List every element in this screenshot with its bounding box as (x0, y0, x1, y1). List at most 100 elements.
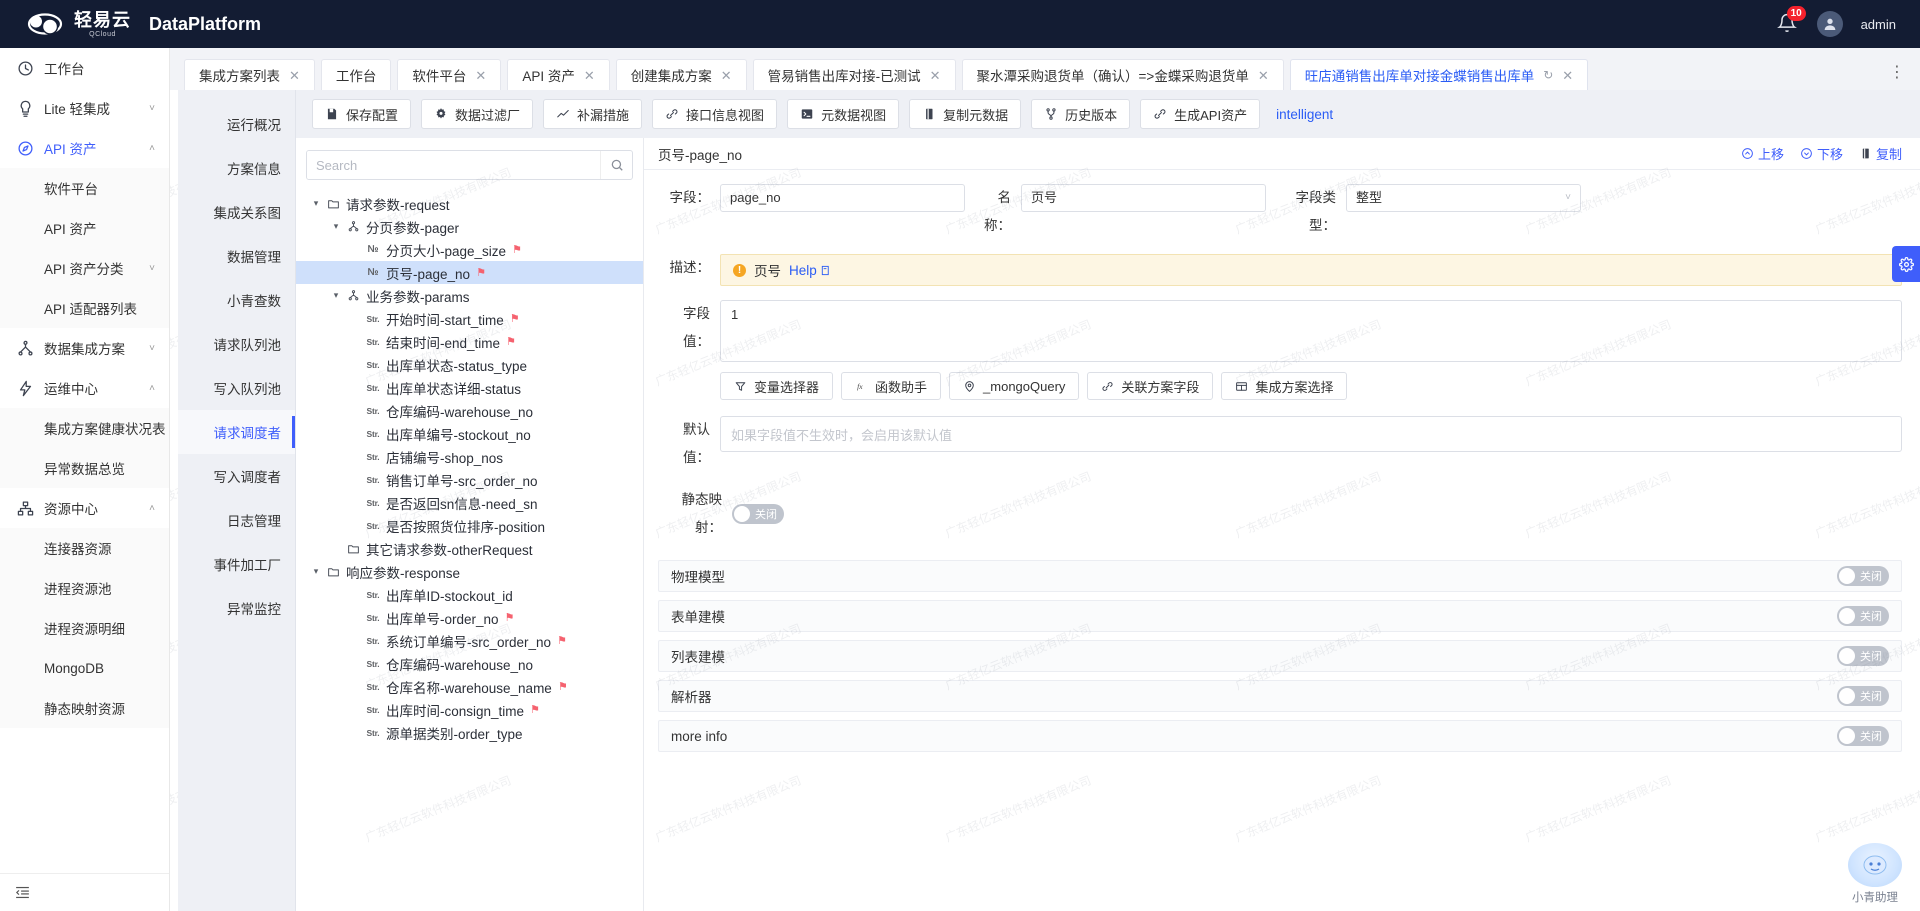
tree-caret[interactable]: ▾ (348, 612, 364, 623)
reload-icon[interactable]: ↻ (1543, 68, 1553, 82)
tree-node-17[interactable]: ▾Str. 出库单ID-stockout_id (296, 583, 643, 606)
subnav-item-5[interactable]: 请求队列池 (178, 322, 295, 366)
value-chip-2[interactable]: _mongoQuery (949, 372, 1080, 400)
tree-node-20[interactable]: ▾Str. 仓库编码-warehouse_no (296, 652, 643, 675)
sidebar-item-5[interactable]: 资源中心 ˄ (0, 488, 169, 528)
close-icon[interactable]: ✕ (584, 69, 595, 82)
sidebar-subitem-5-1[interactable]: 进程资源池 (0, 568, 169, 608)
close-icon[interactable]: ✕ (475, 69, 486, 82)
tree-node-6[interactable]: ▾Str. 结束时间-end_time ⚑ (296, 330, 643, 353)
tab-5[interactable]: 管易销售出库对接-已测试 ✕ (752, 59, 956, 90)
tree-node-21[interactable]: ▾Str. 仓库名称-warehouse_name ⚑ (296, 675, 643, 698)
tree-caret[interactable]: ▾ (348, 658, 364, 669)
subnav-item-10[interactable]: 事件加工厂 (178, 542, 295, 586)
subnav-item-0[interactable]: 运行概况 (178, 102, 295, 146)
sidebar-subitem-2-3[interactable]: API 适配器列表 (0, 288, 169, 328)
subnav-item-6[interactable]: 写入队列池 (178, 366, 295, 410)
tab-1[interactable]: 工作台 (320, 59, 392, 90)
tree-caret[interactable]: ▾ (328, 221, 344, 232)
sidebar-subitem-5-0[interactable]: 连接器资源 (0, 528, 169, 568)
assistant-widget[interactable]: 小青助理 (1848, 843, 1902, 905)
sidebar-item-4[interactable]: 运维中心 ˄ (0, 368, 169, 408)
tree-caret[interactable]: ▾ (348, 359, 364, 370)
tree-node-19[interactable]: ▾Str. 系统订单编号-src_order_no ⚑ (296, 629, 643, 652)
tree-caret[interactable]: ▾ (348, 520, 364, 531)
tree-node-22[interactable]: ▾Str. 出库时间-consign_time ⚑ (296, 698, 643, 721)
sidebar-item-1[interactable]: Lite 轻集成 ˅ (0, 88, 169, 128)
tree-caret[interactable]: ▾ (348, 336, 364, 347)
toolbar-button-1[interactable]: 数据过滤厂 (421, 99, 534, 129)
tree-caret[interactable]: ▾ (328, 290, 344, 301)
subnav-item-2[interactable]: 集成关系图 (178, 190, 295, 234)
tree-node-11[interactable]: ▾Str. 店铺编号-shop_nos (296, 445, 643, 468)
type-select[interactable]: 整型 ˅ (1346, 184, 1581, 212)
tree-caret[interactable]: ▾ (348, 382, 364, 393)
subnav-item-1[interactable]: 方案信息 (178, 146, 295, 190)
subnav-item-11[interactable]: 异常监控 (178, 586, 295, 630)
tree-node-15[interactable]: ▾ 其它请求参数-otherRequest (296, 537, 643, 560)
collapse-section-3[interactable]: 解析器 关闭 (658, 680, 1902, 712)
static-mapping-toggle[interactable]: 关闭 (732, 504, 784, 524)
sidebar-collapse-button[interactable] (0, 873, 169, 911)
tree-caret[interactable]: ▾ (308, 198, 324, 209)
tab-0[interactable]: 集成方案列表 ✕ (184, 59, 315, 90)
tree-caret[interactable]: ▾ (348, 727, 364, 738)
toolbar-intelligent-link[interactable]: intelligent (1276, 107, 1333, 122)
collapse-toggle-0[interactable]: 关闭 (1837, 566, 1889, 586)
sidebar-subitem-5-2[interactable]: 进程资源明细 (0, 608, 169, 648)
avatar[interactable] (1816, 11, 1843, 37)
value-chip-3[interactable]: 关联方案字段 (1087, 372, 1214, 400)
default-value-input[interactable]: 如果字段值不生效时，会启用该默认值 (720, 416, 1902, 452)
collapse-toggle-4[interactable]: 关闭 (1837, 726, 1889, 746)
tree-caret[interactable]: ▾ (348, 589, 364, 600)
detail-action-0[interactable]: 上移 (1741, 144, 1784, 163)
tab-3[interactable]: API 资产 ✕ (507, 59, 610, 90)
search-box[interactable] (306, 150, 633, 180)
value-chip-1[interactable]: fx 函数助手 (841, 372, 942, 400)
toolbar-button-6[interactable]: 历史版本 (1031, 99, 1131, 129)
tree-caret[interactable]: ▾ (348, 497, 364, 508)
username-label[interactable]: admin (1861, 17, 1896, 32)
tree-node-16[interactable]: ▾ 响应参数-response (296, 560, 643, 583)
collapse-section-2[interactable]: 列表建模 关闭 (658, 640, 1902, 672)
settings-fab[interactable] (1892, 246, 1920, 282)
tree-node-18[interactable]: ▾Str. 出库单号-order_no ⚑ (296, 606, 643, 629)
detail-action-1[interactable]: 下移 (1800, 144, 1843, 163)
sidebar-item-0[interactable]: 工作台 (0, 48, 169, 88)
tab-6[interactable]: 聚水潭采购退货单（确认）=>金蝶采购退货单 ✕ (961, 59, 1284, 90)
tree-node-9[interactable]: ▾Str. 仓库编码-warehouse_no (296, 399, 643, 422)
sidebar-subitem-4-0[interactable]: 集成方案健康状况表 (0, 408, 169, 448)
tree-node-3[interactable]: ▾№ 页号-page_no ⚑ (296, 261, 643, 284)
subnav-item-3[interactable]: 数据管理 (178, 234, 295, 278)
tree-node-2[interactable]: ▾№ 分页大小-page_size ⚑ (296, 238, 643, 261)
sidebar-subitem-2-0[interactable]: 软件平台 (0, 168, 169, 208)
tree-node-1[interactable]: ▾ 分页参数-pager (296, 215, 643, 238)
close-icon[interactable]: ✕ (930, 69, 941, 82)
tree-caret[interactable]: ▾ (348, 704, 364, 715)
subnav-item-9[interactable]: 日志管理 (178, 498, 295, 542)
close-icon[interactable]: ✕ (289, 69, 300, 82)
collapse-section-4[interactable]: more info 关闭 (658, 720, 1902, 752)
search-button[interactable] (600, 151, 632, 179)
toolbar-button-4[interactable]: 元数据视图 (787, 99, 900, 129)
search-input[interactable] (307, 151, 600, 179)
toolbar-button-3[interactable]: 接口信息视图 (652, 99, 778, 129)
brand[interactable]: 轻易云 QCloud DataPlatform (0, 9, 261, 39)
tree-caret[interactable]: ▾ (348, 313, 364, 324)
name-input[interactable]: 页号 (1021, 184, 1266, 212)
tree-node-0[interactable]: ▾ 请求参数-request (296, 192, 643, 215)
notification-bell[interactable]: 10 (1776, 6, 1806, 35)
sidebar-subitem-5-4[interactable]: 静态映射资源 (0, 688, 169, 728)
tree-node-13[interactable]: ▾Str. 是否返回sn信息-need_sn (296, 491, 643, 514)
tree-node-5[interactable]: ▾Str. 开始时间-start_time ⚑ (296, 307, 643, 330)
tabbar-more-button[interactable]: ⋮ (1889, 62, 1920, 90)
sidebar-item-2[interactable]: API 资产 ˄ (0, 128, 169, 168)
sidebar-item-3[interactable]: 数据集成方案 ˅ (0, 328, 169, 368)
tree-node-12[interactable]: ▾Str. 销售订单号-src_order_no (296, 468, 643, 491)
subnav-item-8[interactable]: 写入调度者 (178, 454, 295, 498)
collapse-section-0[interactable]: 物理模型 关闭 (658, 560, 1902, 592)
collapse-section-1[interactable]: 表单建模 关闭 (658, 600, 1902, 632)
tab-2[interactable]: 软件平台 ✕ (397, 59, 502, 90)
help-link[interactable]: Help (789, 263, 831, 278)
field-input[interactable]: page_no (720, 184, 965, 212)
